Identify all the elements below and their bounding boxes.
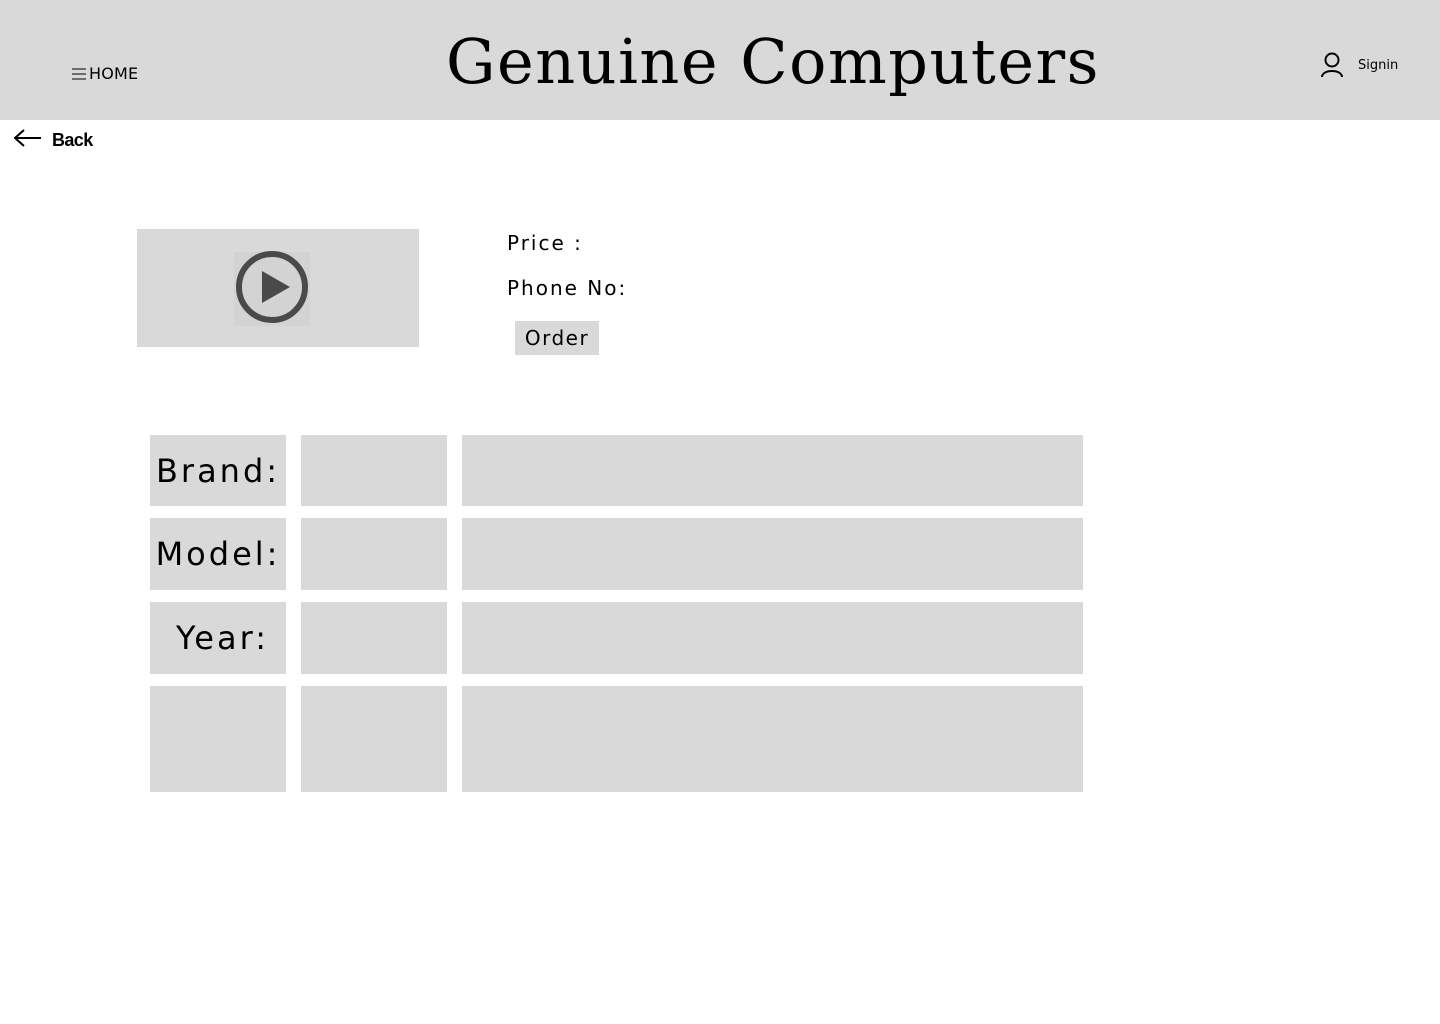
back-label[interactable]: Back <box>52 130 93 151</box>
spec-detail-year <box>462 602 1083 674</box>
spec-value-model <box>301 518 447 590</box>
spec-label-extra <box>150 686 286 792</box>
user-icon[interactable] <box>1320 52 1344 83</box>
site-title: Genuine Computers <box>446 25 1100 98</box>
spec-detail-model <box>462 518 1083 590</box>
spec-label-model: Model: <box>150 518 286 590</box>
spec-value-extra <box>301 686 447 792</box>
spec-detail-extra <box>462 686 1083 792</box>
spec-value-year <box>301 602 447 674</box>
spec-detail-brand <box>462 435 1083 506</box>
back-link[interactable]: Back <box>13 128 93 153</box>
phone-label: Phone No: <box>507 276 628 300</box>
spec-label-year: Year: <box>150 602 286 674</box>
play-button[interactable] <box>234 250 310 329</box>
spec-value-brand <box>301 435 447 506</box>
order-button[interactable]: Order <box>515 321 599 355</box>
spec-label-brand: Brand: <box>150 435 286 506</box>
arrow-left-icon[interactable] <box>13 128 42 153</box>
signin-link[interactable]: Signin <box>1320 52 1398 83</box>
hamburger-icon[interactable] <box>72 68 86 80</box>
signin-label[interactable]: Signin <box>1358 58 1398 73</box>
home-nav-label[interactable]: HOME <box>89 64 138 83</box>
play-circle-icon[interactable] <box>235 250 309 329</box>
price-label: Price : <box>507 231 583 255</box>
home-nav-link[interactable]: HOME <box>72 64 138 83</box>
